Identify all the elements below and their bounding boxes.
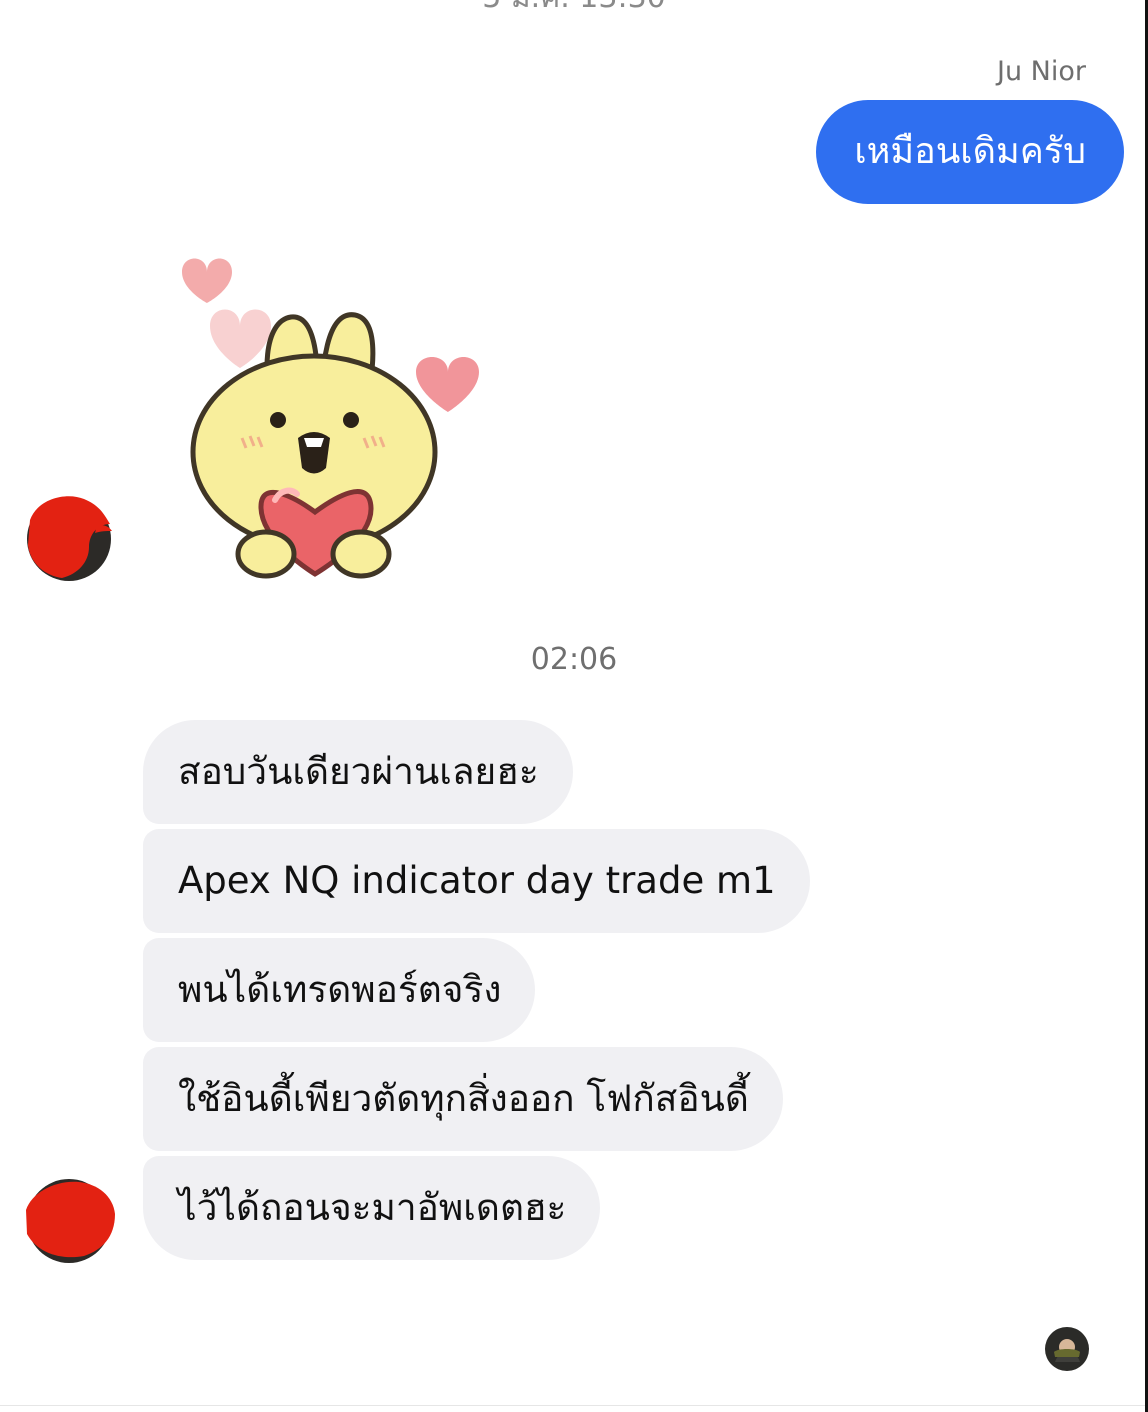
message-timestamp: 02:06 [530, 642, 618, 677]
messenger-chat-screen: 5 มี.ค. 13:30 Ju Nior เหมือนเดิมครับ [0, 0, 1148, 1412]
profile-avatar-icon[interactable] [22, 1172, 116, 1266]
read-receipt-avatar-icon [1045, 1327, 1089, 1371]
top-timestamp: 5 มี.ค. 13:30 [0, 0, 1148, 21]
heart-icon [182, 258, 232, 303]
incoming-message-bubble[interactable]: พนได้เทรดพอร์ตจริง [143, 938, 536, 1042]
sender-name: Ju Nior [997, 56, 1086, 87]
bottom-divider [0, 1405, 1148, 1406]
bunny-heart-sticker[interactable] [170, 248, 490, 584]
incoming-message-bubble[interactable]: ใช้อินดี้เพียวตัดทุกสิ่งออก โฟกัสอินดี้ [143, 1047, 783, 1151]
heart-icon [210, 309, 271, 368]
profile-avatar-icon[interactable] [22, 490, 116, 584]
outgoing-message-bubble[interactable]: เหมือนเดิมครับ [816, 100, 1124, 204]
incoming-message-bubble[interactable]: Apex NQ indicator day trade m1 [143, 829, 810, 933]
incoming-message-bubble[interactable]: ไว้ได้ถอนจะมาอัพเดตฮะ [143, 1156, 601, 1260]
incoming-message-bubble[interactable]: สอบวันเดียวผ่านเลยฮะ [143, 720, 573, 824]
heart-icon [416, 357, 479, 412]
